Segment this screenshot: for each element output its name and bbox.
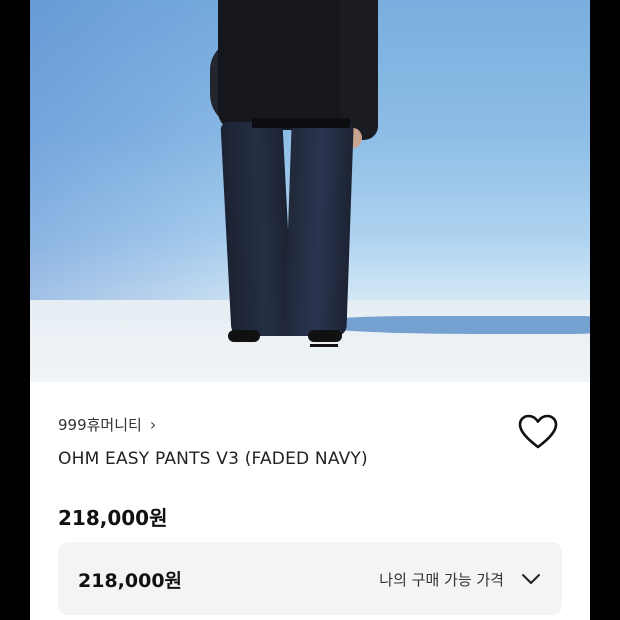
- purchase-price-dropdown[interactable]: 218,000원 나의 구매 가능 가격: [58, 542, 562, 615]
- model-shoe-left: [228, 330, 260, 342]
- pants-left-leg: [220, 122, 294, 336]
- product-name: OHM EASY PANTS V3 (FADED NAVY): [58, 449, 368, 469]
- image-page-indicator: [310, 344, 338, 347]
- purchase-price-value: 218,000원: [78, 570, 183, 592]
- brand-name: 999휴머니티: [58, 415, 142, 434]
- product-detail-screen: 999휴머니티 › OHM EASY PANTS V3 (FADED NAVY)…: [30, 0, 590, 620]
- chevron-down-icon: [522, 574, 540, 584]
- brand-link[interactable]: 999휴머니티 ›: [58, 413, 156, 435]
- product-price: 218,000원: [58, 506, 168, 530]
- product-image[interactable]: [30, 0, 590, 382]
- chevron-right-icon: ›: [149, 414, 157, 434]
- model-shoe-right: [308, 330, 342, 342]
- like-button[interactable]: [516, 412, 560, 452]
- pants-waist: [252, 118, 350, 128]
- model-figure: [30, 0, 590, 382]
- pants-right-leg: [284, 122, 354, 336]
- purchase-price-label: 나의 구매 가능 가격: [379, 571, 504, 589]
- heart-outline-icon: [518, 414, 558, 449]
